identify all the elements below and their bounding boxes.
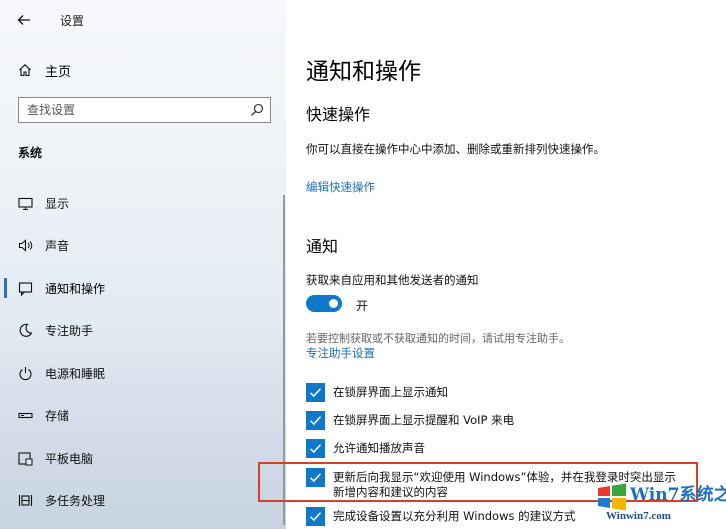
focus-assist-settings-link[interactable]: 专注助手设置 [306, 345, 375, 361]
sidebar-item-label: 显示 [45, 197, 70, 211]
sidebar-item-display[interactable]: 显示 [0, 188, 286, 218]
sidebar-item-notifications[interactable]: 通知和操作 [0, 273, 286, 303]
checkbox-label: 在锁屏界面上显示通知 [333, 385, 448, 399]
watermark: Win7系统之家 Winwin7.com [596, 474, 726, 524]
quick-actions-description: 你可以直接在操作中心中添加、删除或重新排列快速操作。 [306, 142, 605, 156]
sidebar-item-storage[interactable]: 存储 [0, 400, 286, 430]
checkbox[interactable] [306, 411, 325, 430]
page-title: 通知和操作 [306, 59, 421, 85]
main-content: 通知和操作 快速操作 你可以直接在操作中心中添加、删除或重新排列快速操作。 编辑… [286, 0, 726, 529]
search-input[interactable] [19, 99, 234, 121]
sidebar-item-label: 存储 [45, 409, 70, 423]
sidebar-item-label: 声音 [45, 239, 70, 253]
home-label: 主页 [45, 65, 72, 80]
sidebar-item-sound[interactable]: 声音 [0, 230, 286, 260]
checkbox[interactable] [306, 439, 325, 458]
home-icon [19, 64, 31, 77]
back-arrow-icon [17, 15, 30, 25]
storage-icon [18, 412, 33, 419]
checkbox-row-lock-screen-reminders[interactable]: 在锁屏界面上显示提醒和 VoIP 来电 [306, 410, 726, 432]
checkbox-row-notification-sounds[interactable]: 允许通知播放声音 [306, 438, 726, 460]
sidebar-item-label: 电源和睡眠 [45, 367, 106, 381]
checkbox[interactable] [306, 383, 325, 402]
notification-icon [18, 282, 33, 296]
windows-logo-icon [598, 483, 626, 511]
edit-quick-actions-link[interactable]: 编辑快速操作 [306, 179, 375, 195]
sidebar-item-label: 平板电脑 [45, 452, 94, 466]
checkmark-icon [309, 444, 322, 454]
checkbox-label: 允许通知播放声音 [333, 441, 425, 455]
checkbox[interactable] [306, 507, 325, 526]
watermark-title: Win7系统之家 [630, 485, 726, 505]
power-icon [19, 367, 32, 381]
get-notifications-label: 获取来自应用和其他发送者的通知 [306, 273, 479, 287]
sidebar-item-power-sleep[interactable]: 电源和睡眠 [0, 358, 286, 388]
tablet-icon [18, 452, 33, 466]
sidebar-item-multitasking[interactable]: 多任务处理 [0, 485, 286, 515]
sidebar-item-label: 通知和操作 [45, 282, 106, 296]
quick-actions-heading: 快速操作 [306, 105, 371, 124]
sidebar-item-focus-assist[interactable]: 专注助手 [0, 315, 286, 345]
back-button[interactable] [10, 8, 38, 32]
notifications-heading: 通知 [306, 237, 339, 256]
checkmark-icon [309, 416, 322, 426]
search-box[interactable] [18, 97, 271, 123]
sidebar: 设置 主页 系统 显示 声音 通知和操作 [0, 0, 286, 529]
moon-icon [19, 323, 33, 337]
search-icon[interactable] [250, 103, 264, 117]
checkbox-label: 在锁屏界面上显示提醒和 VoIP 来电 [333, 413, 515, 427]
speaker-icon [18, 239, 33, 252]
checkmark-icon [309, 512, 322, 522]
section-label-system: 系统 [18, 146, 43, 160]
notifications-toggle[interactable] [306, 295, 342, 312]
checkbox-row-lock-screen-notifications[interactable]: 在锁屏界面上显示通知 [306, 382, 726, 404]
sidebar-item-tablet[interactable]: 平板电脑 [0, 443, 286, 473]
focus-assist-hint: 若要控制获取或不获取通知的时间，请试用专注助手。 [306, 332, 570, 345]
toggle-state-label: 开 [356, 299, 369, 313]
watermark-url: Winwin7.com [606, 510, 671, 522]
sidebar-item-home[interactable]: 主页 [0, 56, 286, 84]
toggle-knob [329, 299, 338, 308]
app-title: 设置 [60, 14, 85, 28]
checkbox-label: 完成设备设置以充分利用 Windows 的建议方式 [333, 509, 576, 523]
selection-indicator [4, 278, 7, 298]
monitor-icon [18, 197, 33, 211]
multitask-icon [18, 495, 33, 506]
sidebar-item-label: 多任务处理 [45, 494, 106, 508]
sidebar-item-label: 专注助手 [45, 324, 94, 338]
title-bar: 设置 [0, 0, 286, 40]
checkmark-icon [309, 388, 322, 398]
